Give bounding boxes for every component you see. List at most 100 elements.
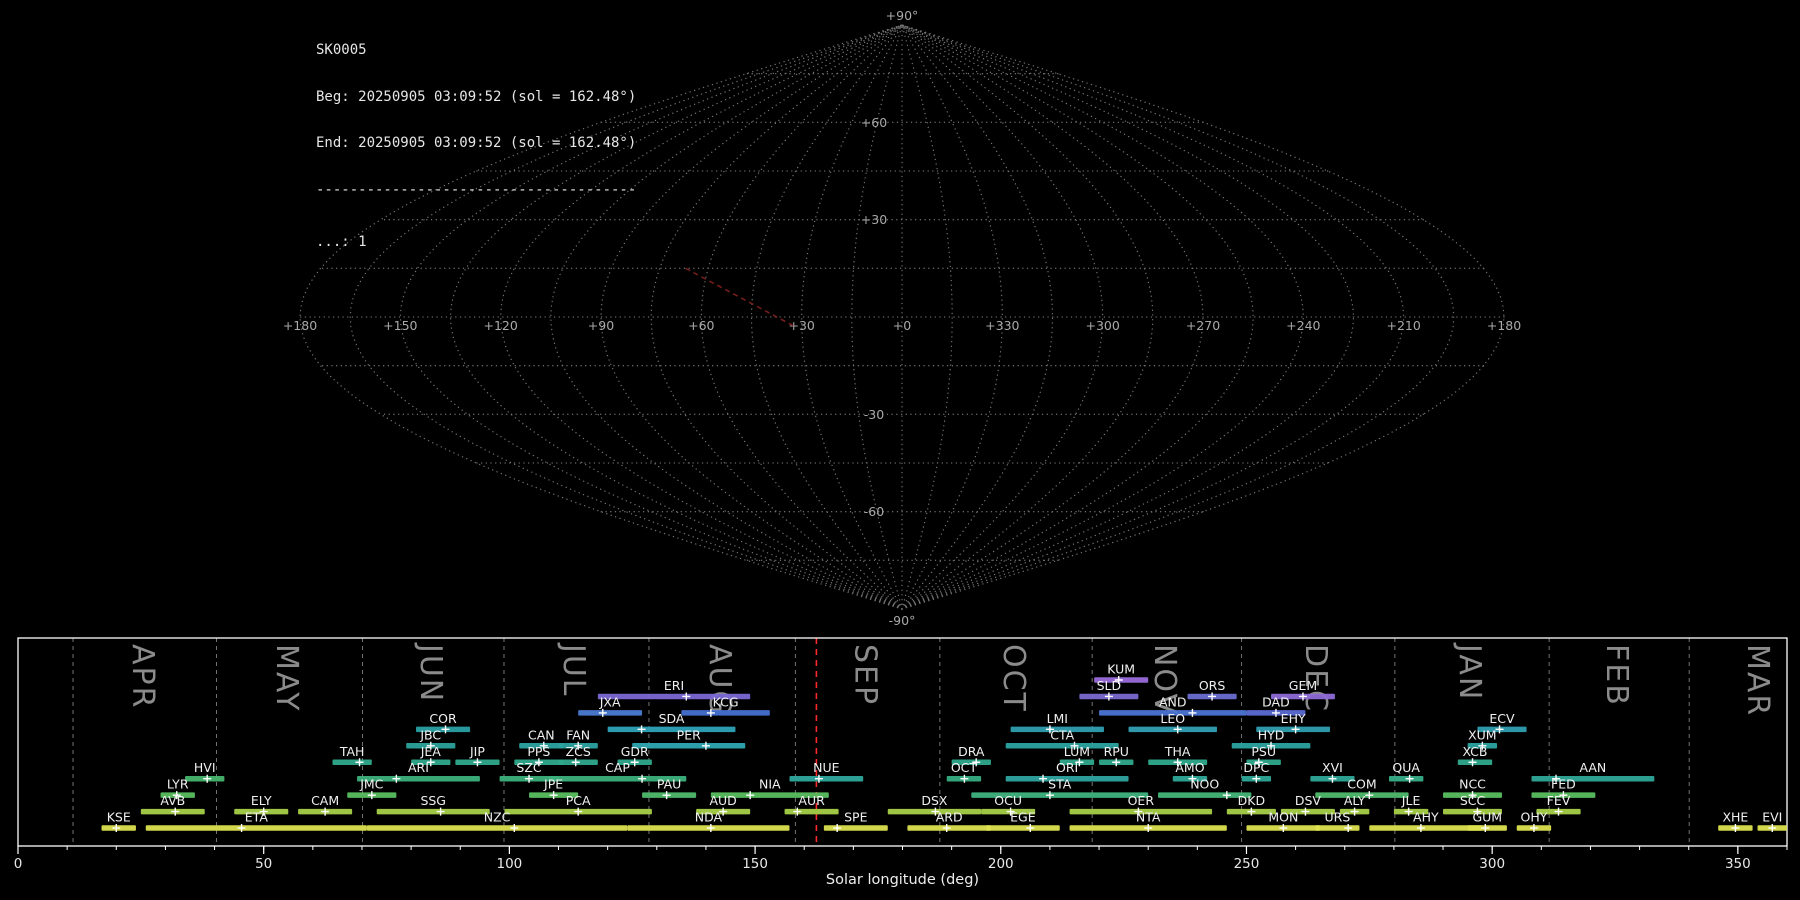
x-tick-label: 150 [742, 856, 768, 872]
shower-bar-SDA [607, 726, 736, 733]
shower-label-EHY: EHY [1281, 711, 1306, 726]
shower-peak-marker-NIA [746, 791, 755, 800]
shower-peak-marker-EVI [1768, 824, 1777, 833]
shower-bar-URS [1315, 825, 1360, 831]
shower-label-OCT: OCT [951, 760, 978, 775]
meridian-line [851, 24, 903, 610]
app-canvas: SK0005 Beg: 20250905 03:09:52 (sol = 162… [0, 0, 1800, 900]
shower-peak-marker-KSE [112, 824, 121, 833]
shower-bar-AAN [1531, 775, 1655, 782]
shower-label-DAD: DAD [1262, 694, 1290, 709]
shower-label-AHY: AHY [1413, 810, 1439, 825]
shower-peak-marker-ORS [1208, 692, 1217, 701]
month-label-JUL: JUL [556, 642, 591, 698]
shower-label-CAP: CAP [605, 760, 630, 775]
month-label-APR: APR [125, 644, 160, 709]
meridian-line [700, 24, 903, 610]
x-tick-label: 250 [1234, 856, 1260, 872]
meridian-line [901, 24, 1304, 610]
lon-label: +150 [383, 318, 417, 333]
shower-peak-marker-DPC [1252, 774, 1261, 783]
shower-label-DSV: DSV [1295, 793, 1322, 808]
shower-label-LYR: LYR [167, 777, 189, 792]
shower-label-JPE: JPE [543, 777, 563, 792]
shower-label-KCG: KCG [713, 694, 739, 709]
shower-peak-marker-EGE [1026, 824, 1035, 833]
sky-map: +90° +60 +30 -30 -60 -90° +180 +150 +120 +90 +60 +3… [283, 8, 1521, 628]
shower-bar-PER [632, 743, 746, 749]
meridian-line [901, 24, 1104, 610]
shower-label-AVB: AVB [160, 793, 185, 808]
shower-label-GUM: GUM [1472, 810, 1502, 825]
shower-peak-marker-XVI [1328, 774, 1337, 783]
shower-peak-marker-XHE [1731, 824, 1740, 833]
shower-peak-marker-AHY [1416, 824, 1425, 833]
shower-peak-marker-HVI [203, 774, 212, 783]
x-tick-labels: 0 50 100 150 200 250 300 350 [14, 856, 1751, 872]
lon-label: +180 [1487, 318, 1521, 333]
shower-label-KUM: KUM [1107, 662, 1135, 677]
shower-peak-marker-OCT [960, 774, 969, 783]
shower-peak-marker-JIP [473, 758, 482, 767]
shower-peak-marker-COR [441, 725, 450, 734]
shower-label-NCC: NCC [1459, 777, 1486, 792]
shower-label-GDR: GDR [621, 744, 649, 759]
shower-label-CTA: CTA [1050, 727, 1074, 742]
shower-peak-marker-CAP [638, 774, 647, 783]
month-label-OCT: OCT [996, 644, 1031, 713]
shower-label-ORS: ORS [1199, 678, 1226, 693]
shower-label-HYD: HYD [1258, 727, 1285, 742]
shower-label-THA: THA [1164, 744, 1191, 759]
lon-label: +240 [1286, 318, 1320, 333]
x-tick-label: 200 [988, 856, 1014, 872]
lat-label: +30 [861, 212, 887, 227]
shower-label-CAN: CAN [528, 727, 555, 742]
shower-label-JLE: JLE [1401, 793, 1421, 808]
shower-label-DSX: DSX [921, 793, 948, 808]
shower-label-GEM: GEM [1289, 678, 1317, 693]
lat-label: -60 [864, 504, 884, 519]
shower-label-ARI: ARI [408, 760, 429, 775]
shower-peak-marker-SLD [1104, 692, 1113, 701]
shower-label-PSU: PSU [1251, 744, 1276, 759]
month-label-MAR: MAR [1740, 644, 1775, 717]
shower-bar-SSG [376, 808, 490, 815]
shower-peak-marker-RPU [1112, 758, 1121, 767]
shower-label-SLD: SLD [1097, 678, 1122, 693]
shower-label-FED: FED [1551, 777, 1576, 792]
shower-label-XUM: XUM [1468, 727, 1497, 742]
shower-label-JMC: JMC [359, 777, 383, 792]
x-tick-label: 50 [255, 856, 272, 872]
lon-label: +0 [893, 318, 911, 333]
lon-label: +270 [1186, 318, 1220, 333]
shower-peak-marker-NTA [1144, 824, 1153, 833]
shower-label-CAM: CAM [311, 793, 339, 808]
shower-peak-marker-NZC [510, 824, 519, 833]
shower-label-OER: OER [1128, 793, 1155, 808]
shower-peak-marker-ARD [942, 824, 951, 833]
shower-label-PER: PER [677, 727, 701, 742]
month-label-SEP: SEP [848, 644, 883, 706]
shower-label-XCB: XCB [1462, 744, 1487, 759]
shower-label-NOO: NOO [1190, 777, 1219, 792]
shower-bar-TAH [332, 759, 372, 765]
shower-bar-NUE [789, 775, 864, 782]
shower-peak-marker-QUA [1405, 774, 1414, 783]
shower-label-AAN: AAN [1579, 760, 1606, 775]
x-tick-label: 0 [14, 856, 23, 872]
lat-label: -30 [864, 407, 884, 422]
shower-peak-marker-AND [1188, 708, 1197, 717]
shower-peak-marker-JXA [598, 708, 607, 717]
lon-label: +60 [688, 318, 714, 333]
shower-label-PPS: PPS [527, 744, 550, 759]
shower-peak-marker-XCB [1468, 758, 1477, 767]
shower-label-NUE: NUE [813, 760, 839, 775]
shower-label-SPE: SPE [844, 810, 867, 825]
lon-label: +330 [985, 318, 1019, 333]
shower-label-ELY: ELY [251, 793, 272, 808]
shower-label-AND: AND [1159, 694, 1187, 709]
shower-peak-marker-ECV [1495, 725, 1504, 734]
meridian-line [550, 24, 903, 610]
shower-label-LUM: LUM [1064, 744, 1090, 759]
shower-peak-marker-ARI [392, 774, 401, 783]
